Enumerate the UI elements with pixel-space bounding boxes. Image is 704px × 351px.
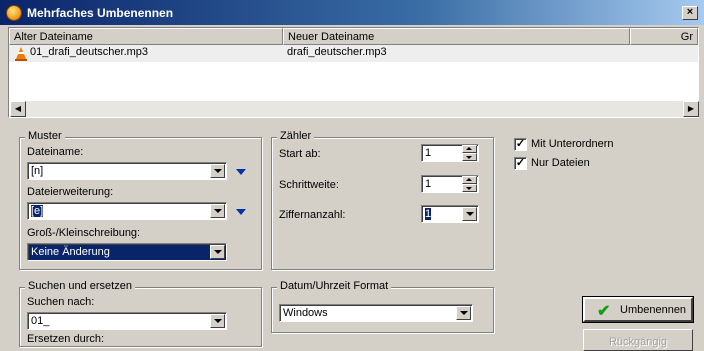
window-title: Mehrfaches Umbenennen [27, 6, 174, 20]
replace-label: Ersetzen durch: [27, 333, 105, 345]
dateierweiterung-label: Dateierweiterung: [27, 186, 114, 198]
start-stepper[interactable]: 1 [421, 144, 479, 162]
datetime-format-value: Windows [283, 307, 328, 319]
search-replace-legend: Suchen und ersetzen [25, 280, 135, 292]
dropdown-arrow-icon[interactable] [210, 164, 225, 178]
insert-placeholder-arrow-icon[interactable] [236, 169, 246, 175]
digits-label: Ziffernanzahl: [279, 209, 346, 221]
dateierweiterung-value: [e] [31, 205, 44, 217]
muster-legend: Muster [25, 130, 65, 142]
file-list[interactable]: Alter Dateiname Neuer Dateiname Gr 01_dr… [8, 27, 699, 118]
step-label: Schrittweite: [279, 179, 339, 191]
rename-button-label: Umbenennen [620, 304, 687, 316]
start-value: 1 [425, 147, 432, 159]
spin-down-icon[interactable] [462, 153, 477, 161]
dateierweiterung-combobox[interactable]: [e] [27, 202, 227, 220]
spin-down-icon[interactable] [462, 184, 477, 192]
scroll-left-button[interactable]: ◀ [10, 101, 26, 117]
old-filename-cell: 01_drafi_deutscher.mp3 [30, 46, 149, 58]
zaehler-legend: Zähler [277, 130, 315, 142]
case-combobox[interactable]: Keine Änderung [27, 243, 227, 261]
digits-combobox[interactable]: 1 [421, 205, 479, 223]
files-only-label: Nur Dateien [531, 157, 590, 169]
case-label: Groß-/Kleinschreibung: [27, 227, 141, 239]
checkmark-icon: ✔ [597, 303, 611, 320]
new-filename-cell: drafi_deutscher.mp3 [287, 46, 387, 58]
dropdown-arrow-icon[interactable] [210, 314, 225, 328]
horizontal-scrollbar[interactable]: ◀ ▶ [10, 101, 699, 117]
dateiname-label: Dateiname: [27, 146, 84, 158]
dropdown-arrow-icon[interactable] [210, 245, 225, 259]
step-stepper[interactable]: 1 [421, 175, 479, 193]
rename-button[interactable]: ✔ Umbenennen [582, 296, 694, 323]
app-icon [6, 5, 22, 21]
dateiname-value: [n] [31, 165, 44, 177]
datetime-format-combobox[interactable]: Windows [279, 304, 473, 322]
dateiname-combobox[interactable]: [n] [27, 162, 227, 180]
vlc-cone-icon [15, 47, 27, 61]
digits-value: 1 [425, 208, 432, 220]
datetime-legend: Datum/Uhrzeit Format [277, 280, 392, 292]
column-header-old-name[interactable]: Alter Dateiname [9, 28, 283, 45]
dropdown-arrow-icon[interactable] [210, 204, 225, 218]
scroll-right-button[interactable]: ▶ [683, 101, 699, 117]
close-button[interactable]: × [682, 6, 698, 20]
subfolders-label: Mit Unterordnern [531, 138, 614, 150]
dropdown-arrow-icon[interactable] [456, 306, 471, 320]
start-label: Start ab: [279, 148, 321, 160]
step-value: 1 [425, 178, 432, 190]
search-label: Suchen nach: [27, 296, 95, 308]
insert-placeholder-arrow-icon[interactable] [236, 209, 246, 215]
subfolders-checkbox[interactable]: ✓ [514, 138, 527, 151]
column-header-new-name[interactable]: Neuer Dateiname [283, 28, 630, 45]
case-value: Keine Änderung [31, 246, 110, 258]
search-combobox[interactable]: 01_ [27, 312, 227, 330]
search-value: 01_ [31, 315, 50, 327]
column-header-size[interactable]: Gr [630, 28, 698, 45]
dropdown-arrow-icon[interactable] [462, 207, 477, 221]
spin-up-icon[interactable] [462, 176, 477, 184]
spin-up-icon[interactable] [462, 145, 477, 153]
undo-button[interactable]: Rückgängig [583, 329, 693, 351]
files-only-checkbox[interactable]: ✓ [514, 157, 527, 170]
